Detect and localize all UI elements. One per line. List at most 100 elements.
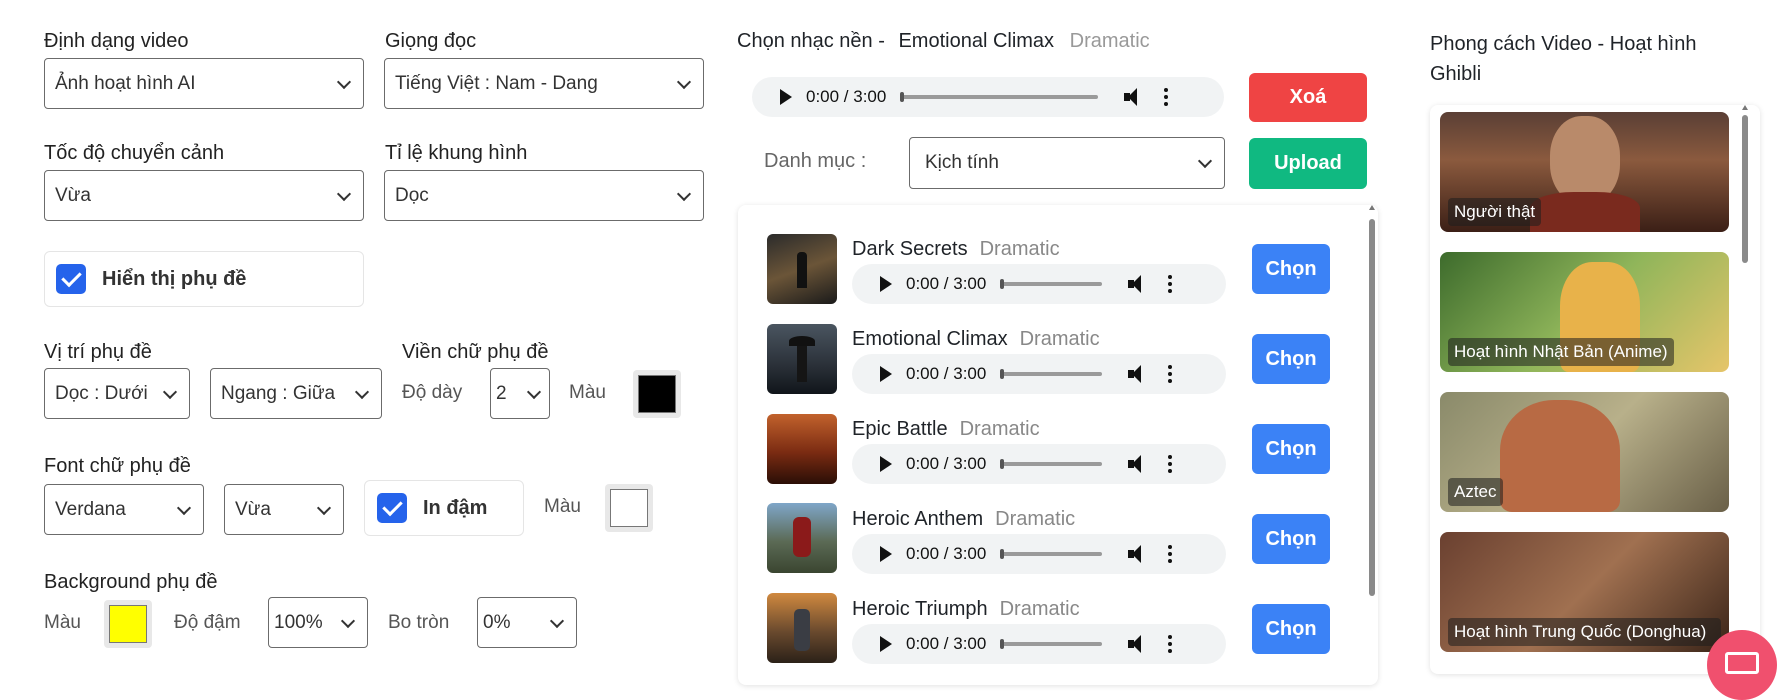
audio-seek-bar[interactable] xyxy=(1000,549,1103,559)
song-audio-player[interactable]: 0:00 / 3:00 xyxy=(852,354,1226,394)
subtitle-font-value: Verdana xyxy=(55,498,126,520)
style-caption: Aztec xyxy=(1448,477,1503,506)
more-options-icon[interactable] xyxy=(1168,635,1173,653)
volume-icon[interactable] xyxy=(1128,454,1148,474)
voice-select[interactable]: Tiếng Việt : Nam - Dang xyxy=(384,58,704,109)
aspect-ratio-value: Dọc xyxy=(395,184,429,206)
choose-button[interactable]: Chọn xyxy=(1252,334,1330,384)
choose-button[interactable]: Chọn xyxy=(1252,424,1330,474)
chevron-down-icon xyxy=(336,74,352,89)
volume-icon[interactable] xyxy=(1128,544,1148,564)
opacity-select[interactable]: 100% xyxy=(268,597,368,648)
radius-select[interactable]: 0% xyxy=(477,597,577,648)
more-options-icon[interactable] xyxy=(1168,365,1173,383)
voice-value: Tiếng Việt : Nam - Dang xyxy=(395,72,598,94)
font-color-picker[interactable] xyxy=(605,484,653,532)
style-card-real[interactable]: Người thật xyxy=(1440,112,1729,232)
background-color-picker[interactable] xyxy=(104,600,152,648)
music-header: Chọn nhạc nền - Emotional Climax Dramati… xyxy=(737,30,1150,53)
song-title-row: Epic Battle Dramatic xyxy=(852,418,1040,441)
song-list-scrollbar[interactable] xyxy=(1367,205,1377,685)
song-title-row: Dark Secrets Dramatic xyxy=(852,238,1060,261)
audio-seek-bar[interactable] xyxy=(1000,459,1103,469)
play-icon[interactable] xyxy=(880,636,892,652)
radius-value: 0% xyxy=(483,611,511,633)
transition-speed-value: Vừa xyxy=(55,184,91,206)
song-genre: Dramatic xyxy=(995,508,1076,530)
style-card-anime[interactable]: Hoạt hình Nhật Bản (Anime) xyxy=(1440,252,1729,372)
audio-seek-bar[interactable] xyxy=(1000,369,1103,379)
audio-time: 0:00 / 3:00 xyxy=(906,274,987,293)
choose-button[interactable]: Chọn xyxy=(1252,514,1330,564)
song-audio-player[interactable]: 0:00 / 3:00 xyxy=(852,264,1226,304)
subtitle-position-label: Vị trí phụ đề xyxy=(44,341,152,363)
style-card-aztec[interactable]: Aztec xyxy=(1440,392,1729,512)
song-title: Heroic Triumph xyxy=(852,598,988,620)
audio-seek-bar[interactable] xyxy=(900,92,1099,102)
bold-checkbox[interactable] xyxy=(377,493,407,523)
style-card-donghua[interactable]: Hoạt hình Trung Quốc (Donghua) xyxy=(1440,532,1729,652)
more-options-icon[interactable] xyxy=(1168,455,1173,473)
transition-speed-select[interactable]: Vừa xyxy=(44,170,364,221)
chevron-down-icon xyxy=(316,500,332,515)
choose-button[interactable]: Chọn xyxy=(1252,604,1330,654)
volume-icon[interactable] xyxy=(1128,634,1148,654)
aspect-ratio-select[interactable]: Dọc xyxy=(384,170,704,221)
upload-button[interactable]: Upload xyxy=(1249,138,1367,189)
play-icon[interactable] xyxy=(880,366,892,382)
subtitle-horizontal-select[interactable]: Ngang : Giữa xyxy=(210,368,382,419)
play-icon[interactable] xyxy=(880,546,892,562)
video-format-value: Ảnh hoạt hình AI xyxy=(55,72,196,94)
volume-icon[interactable] xyxy=(1128,274,1148,294)
song-audio-player[interactable]: 0:00 / 3:00 xyxy=(852,444,1226,484)
chevron-down-icon xyxy=(676,186,692,201)
font-color-label: Màu xyxy=(544,496,581,517)
song-audio-player[interactable]: 0:00 / 3:00 xyxy=(852,624,1226,664)
subtitle-font-select[interactable]: Verdana xyxy=(44,484,204,535)
more-options-icon[interactable] xyxy=(1168,545,1173,563)
song-audio-player[interactable]: 0:00 / 3:00 xyxy=(852,534,1226,574)
subtitle-vertical-select[interactable]: Dọc : Dưới xyxy=(44,368,190,419)
bold-toggle[interactable]: In đậm xyxy=(364,480,524,536)
more-options-icon[interactable] xyxy=(1164,88,1169,106)
selected-audio-player[interactable]: 0:00 / 3:00 xyxy=(752,77,1224,117)
delete-button[interactable]: Xoá xyxy=(1249,73,1367,122)
video-format-select[interactable]: Ảnh hoạt hình AI xyxy=(44,58,364,109)
more-options-icon[interactable] xyxy=(1168,275,1173,293)
song-thumbnail xyxy=(767,234,837,304)
audio-seek-bar[interactable] xyxy=(1000,279,1103,289)
chevron-down-icon xyxy=(1197,153,1213,169)
border-color-swatch xyxy=(638,375,676,413)
play-icon[interactable] xyxy=(880,456,892,472)
chevron-down-icon xyxy=(526,384,542,399)
video-style-header: Phong cách Video - Hoạt hình Ghibli xyxy=(1430,33,1697,85)
song-thumbnail xyxy=(767,414,837,484)
audio-time: 0:00 / 3:00 xyxy=(906,454,987,473)
subtitle-vertical-value: Dọc : Dưới xyxy=(55,382,148,404)
category-label: Danh mục : xyxy=(764,150,867,172)
volume-icon[interactable] xyxy=(1128,364,1148,384)
audio-seek-bar[interactable] xyxy=(1000,639,1103,649)
border-color-picker[interactable] xyxy=(633,370,681,418)
chevron-down-icon xyxy=(676,74,692,89)
subtitle-size-select[interactable]: Vừa xyxy=(224,484,344,535)
song-title: Dark Secrets xyxy=(852,238,968,260)
choose-button[interactable]: Chọn xyxy=(1252,244,1330,294)
volume-icon[interactable] xyxy=(1124,87,1144,107)
show-subtitle-checkbox[interactable] xyxy=(56,264,86,294)
chevron-down-icon xyxy=(340,613,356,628)
show-subtitle-toggle[interactable]: Hiển thị phụ đề xyxy=(44,251,364,307)
subtitle-horizontal-value: Ngang : Giữa xyxy=(221,382,336,404)
style-list-scrollbar[interactable] xyxy=(1740,105,1750,674)
play-icon[interactable] xyxy=(880,276,892,292)
category-select[interactable]: Kịch tính xyxy=(909,137,1225,189)
border-thickness-select[interactable]: 2 xyxy=(490,368,550,419)
chat-fab[interactable] xyxy=(1707,630,1777,700)
style-caption: Người thật xyxy=(1448,197,1542,226)
style-caption: Hoạt hình Nhật Bản (Anime) xyxy=(1448,337,1674,366)
bold-label: In đậm xyxy=(423,496,488,519)
play-icon[interactable] xyxy=(780,89,792,105)
border-thickness-value: 2 xyxy=(496,382,507,404)
subtitle-background-label: Background phụ đề xyxy=(44,571,218,593)
voice-label: Giọng đọc xyxy=(385,30,477,52)
